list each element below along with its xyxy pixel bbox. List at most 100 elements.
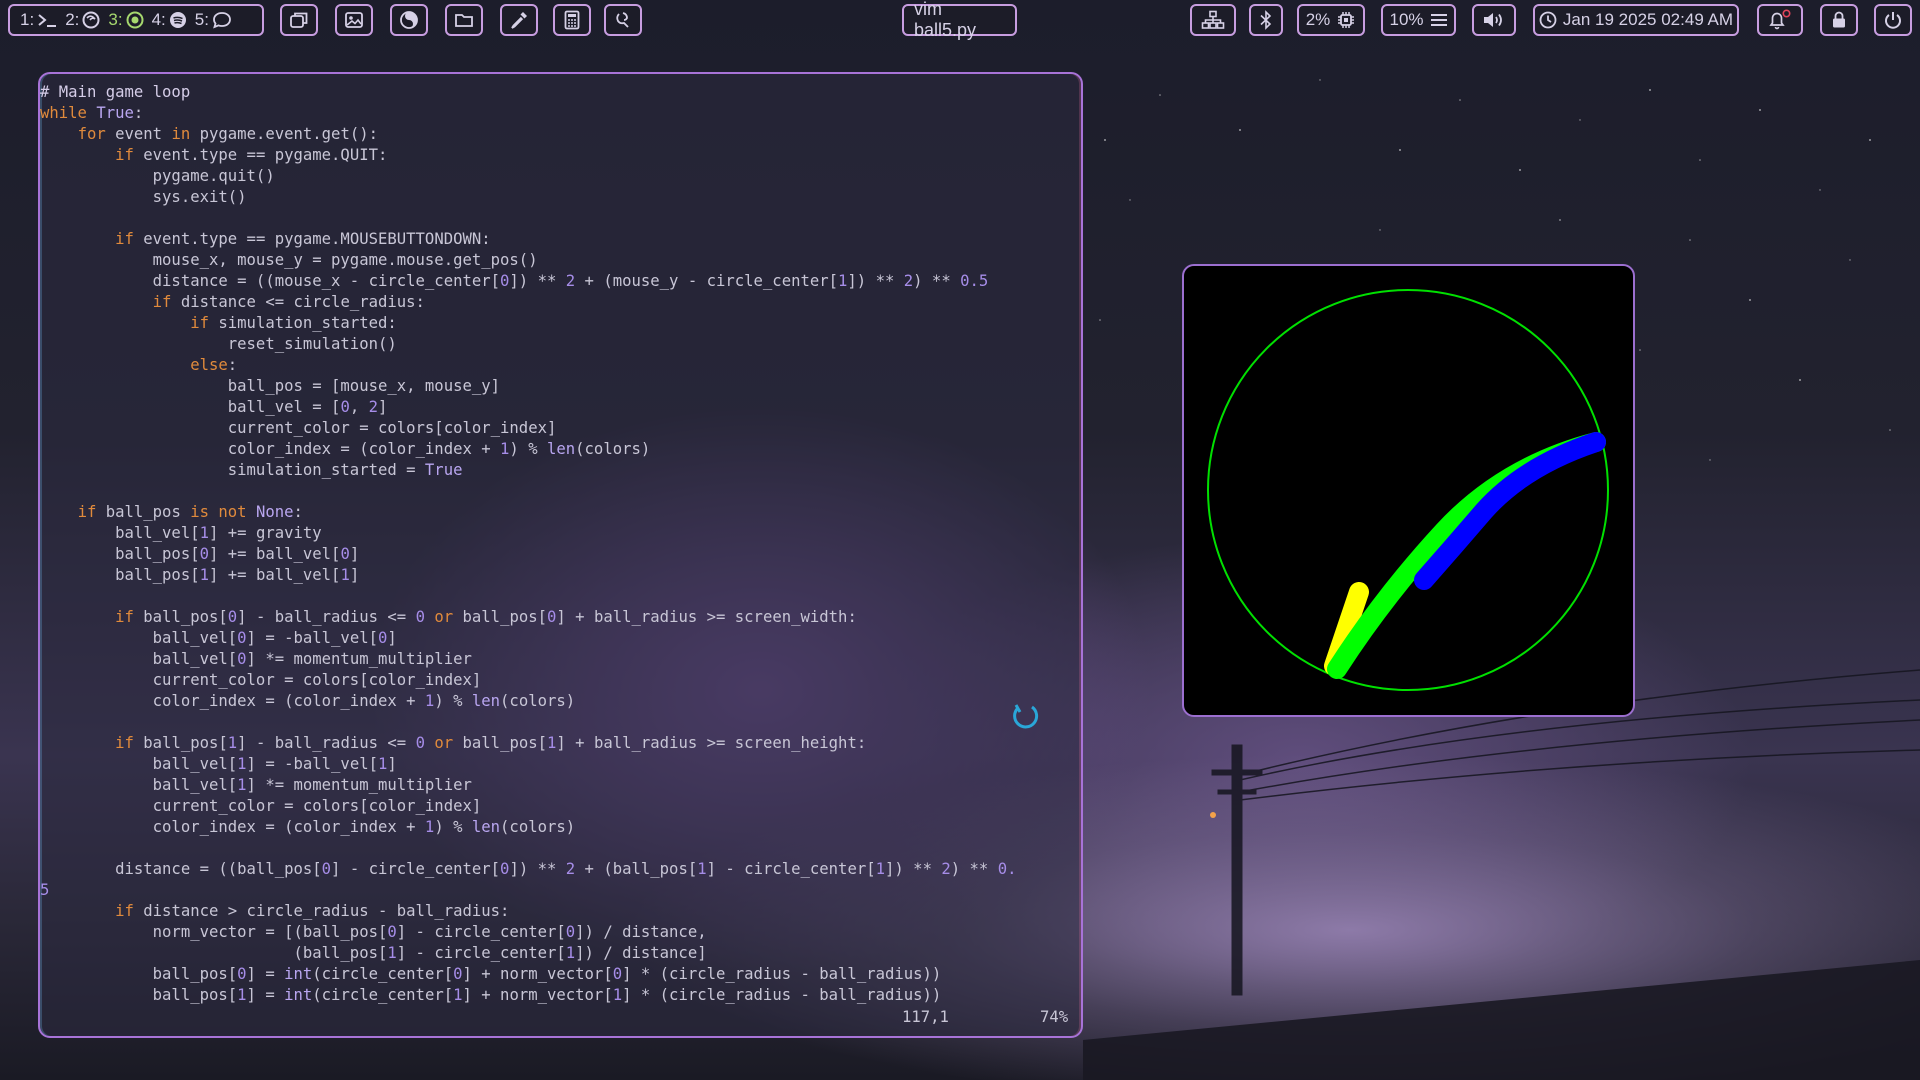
workspace-5[interactable]: 5: — [195, 10, 232, 30]
code-token: 0 — [500, 272, 510, 290]
code-token: 1 — [424, 692, 435, 710]
code-editor[interactable]: # Main game loop while True: for event in… — [40, 82, 1016, 1006]
code-token: (ball_pos[ — [40, 944, 388, 962]
code-token: current_color = colors[color_index] — [40, 419, 557, 437]
code-token: None — [255, 503, 294, 521]
code-token: ball_pos = [mouse_x, mouse_y] — [40, 377, 501, 395]
code-token: 1 — [875, 860, 886, 878]
code-token: 1 — [697, 860, 707, 878]
files-button[interactable] — [445, 4, 483, 36]
code-token: 2 — [565, 272, 576, 290]
code-token: (colors) — [575, 440, 651, 458]
code-line: mouse_x, mouse_y = pygame.mouse.get_pos(… — [40, 250, 1016, 271]
code-token: (colors) — [500, 692, 576, 710]
code-token: else — [190, 356, 228, 374]
code-token: current_color = colors[color_index] — [40, 797, 482, 815]
code-token: is not — [190, 503, 247, 521]
code-token: 0 — [340, 398, 350, 416]
code-token: distance > circle_radius - ball_radius: — [133, 902, 510, 920]
network-button[interactable] — [1190, 4, 1236, 36]
code-token: ball_pos[ — [40, 986, 238, 1004]
code-line: simulation_started = True — [40, 460, 1016, 481]
code-token: 1 — [565, 944, 576, 962]
code-token: ] * (circle_radius - ball_radius)) — [622, 965, 942, 983]
bluetooth-button[interactable] — [1249, 4, 1283, 36]
code-token: 1 — [199, 566, 209, 584]
code-line: ball_vel[0] = -ball_vel[0] — [40, 628, 1016, 649]
code-token: ball_pos[ — [40, 545, 200, 563]
bluetooth-icon — [1259, 10, 1273, 30]
clock-icon — [1539, 11, 1557, 29]
power-button[interactable] — [1874, 4, 1912, 36]
code-token: 0 — [387, 923, 397, 941]
code-token: 0 — [612, 965, 623, 983]
settings-button[interactable] — [604, 4, 642, 36]
code-token: 0 — [453, 965, 463, 983]
code-token: len — [471, 692, 501, 710]
code-token: True — [424, 461, 463, 479]
notification-bell-icon — [1767, 9, 1793, 31]
workspace-4[interactable]: 4: — [152, 10, 187, 30]
color-picker-button[interactable] — [500, 4, 538, 36]
windows-button[interactable] — [280, 4, 318, 36]
code-token: ] — [387, 629, 397, 647]
chat-bubble-icon — [212, 11, 232, 29]
code-token: if — [152, 293, 172, 311]
memory-usage[interactable]: 10% — [1381, 4, 1456, 36]
workspace-2[interactable]: 2: — [65, 10, 100, 30]
code-token: if — [77, 503, 97, 521]
code-line: if distance <= circle_radius: — [40, 292, 1016, 313]
code-line: ball_vel[1] += gravity — [40, 523, 1016, 544]
code-token: 1 — [612, 986, 623, 1004]
code-token: + (mouse_y - circle_center[ — [575, 272, 839, 290]
image-button[interactable] — [335, 4, 373, 36]
code-token: ] += ball_vel[ — [209, 545, 341, 563]
code-line: distance = ((ball_pos[0] - circle_center… — [40, 859, 1016, 880]
ball-trail-green — [1327, 432, 1606, 679]
code-token: if — [115, 734, 134, 752]
code-token: event — [105, 125, 172, 143]
code-token: ] - ball_radius <= — [237, 608, 416, 626]
code-token: 2 — [565, 860, 576, 878]
code-token: 2 — [903, 272, 914, 290]
code-token: reset_simulation() — [40, 335, 397, 353]
theme-icon — [399, 10, 419, 30]
code-line: if ball_pos is not None: — [40, 502, 1016, 523]
code-token: ] = — [246, 965, 285, 983]
scroll-percent: 74% — [1040, 1008, 1069, 1026]
code-token: ] += gravity — [209, 524, 322, 542]
code-token: ] * (circle_radius - ball_radius)) — [622, 986, 942, 1004]
code-token: ]) ** — [847, 272, 904, 290]
cpu-usage[interactable]: 2% — [1297, 4, 1365, 36]
workspace-3[interactable]: 3: — [108, 10, 144, 30]
lock-button[interactable] — [1820, 4, 1858, 36]
code-token: 0.5 — [960, 272, 989, 290]
calculator-button[interactable] — [553, 4, 591, 36]
workspace-1[interactable]: 1: — [20, 10, 57, 30]
volume-button[interactable] — [1472, 4, 1516, 36]
code-token: simulation_started = — [40, 461, 425, 479]
code-token: ] - ball_radius <= — [237, 734, 416, 752]
code-token: while — [40, 104, 87, 122]
notifications-button[interactable] — [1757, 4, 1803, 36]
code-token: 1 — [377, 755, 388, 773]
workspace-switcher: 1: 2: 3: 4: 5: — [8, 4, 264, 36]
code-token: ]) ** — [885, 860, 942, 878]
clock[interactable]: Jan 19 2025 02:49 AM — [1533, 4, 1739, 36]
code-token: mouse_x, mouse_y = pygame.mouse.get_pos(… — [40, 251, 538, 269]
code-token: , — [349, 398, 369, 416]
pygame-window[interactable] — [1182, 264, 1635, 717]
code-token: event.type == pygame.QUIT: — [133, 146, 388, 164]
theme-button[interactable] — [390, 4, 428, 36]
code-line: if distance > circle_radius - ball_radiu… — [40, 901, 1016, 922]
cpu-chip-icon — [1336, 10, 1356, 30]
terminal-window[interactable]: # Main game loop while True: for event in… — [38, 72, 1083, 1038]
code-line: current_color = colors[color_index] — [40, 418, 1016, 439]
code-token: 1 — [500, 440, 510, 458]
code-token: ]) / distance] — [575, 944, 707, 962]
cursor-position: 117,1 — [902, 1008, 949, 1026]
